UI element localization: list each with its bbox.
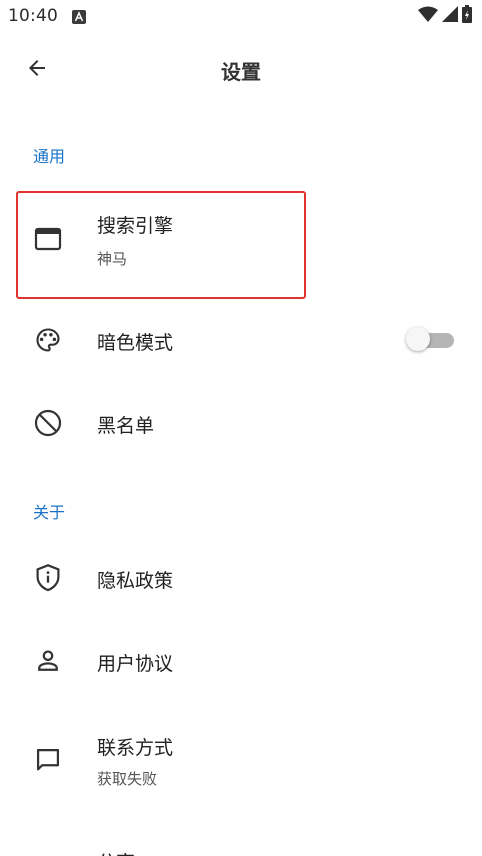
setting-item-title: 暗色模式 xyxy=(97,332,174,354)
setting-item-subtitle: 神马 xyxy=(97,250,128,268)
setting-item-title: 联系方式 xyxy=(97,737,174,759)
section-header-general: 通用 xyxy=(33,147,66,166)
block-icon xyxy=(31,406,65,440)
palette-icon xyxy=(31,323,65,357)
person-icon xyxy=(31,644,65,678)
setting-item-user-agreement[interactable]: 用户协议 xyxy=(0,621,482,701)
setting-item-share[interactable]: 分享 xyxy=(0,838,482,856)
setting-item-title: 搜索引擎 xyxy=(97,215,174,237)
page-title: 设置 xyxy=(221,60,261,84)
section-header-about: 关于 xyxy=(33,503,66,522)
setting-item-subtitle: 获取失败 xyxy=(97,770,158,788)
setting-item-title: 用户协议 xyxy=(97,653,174,675)
status-icons xyxy=(418,5,472,27)
setting-item-blacklist[interactable]: 黑名单 xyxy=(0,383,482,463)
setting-item-privacy-policy[interactable]: 隐私政策 xyxy=(0,538,482,618)
signal-icon xyxy=(442,6,458,26)
status-time: 10:40 xyxy=(8,6,58,26)
shield-info-icon xyxy=(31,561,65,595)
status-bar: 10:40 xyxy=(0,0,482,32)
browser-window-icon xyxy=(31,222,65,256)
setting-item-title: 隐私政策 xyxy=(97,570,174,592)
setting-item-dark-mode[interactable]: 暗色模式 xyxy=(0,300,482,380)
battery-icon xyxy=(462,5,472,27)
notification-a-icon xyxy=(72,9,86,24)
wifi-icon xyxy=(418,6,438,26)
toggle-thumb xyxy=(406,327,430,351)
setting-item-search-engine[interactable]: 搜索引擎 神马 xyxy=(0,193,482,293)
dark-mode-toggle[interactable] xyxy=(406,327,454,351)
chat-bubble-icon xyxy=(31,743,65,777)
setting-item-title: 黑名单 xyxy=(97,415,155,437)
setting-item-contact[interactable]: 联系方式 获取失败 xyxy=(0,710,482,810)
setting-item-title: 分享 xyxy=(97,848,135,856)
app-bar: 设置 xyxy=(0,32,482,108)
